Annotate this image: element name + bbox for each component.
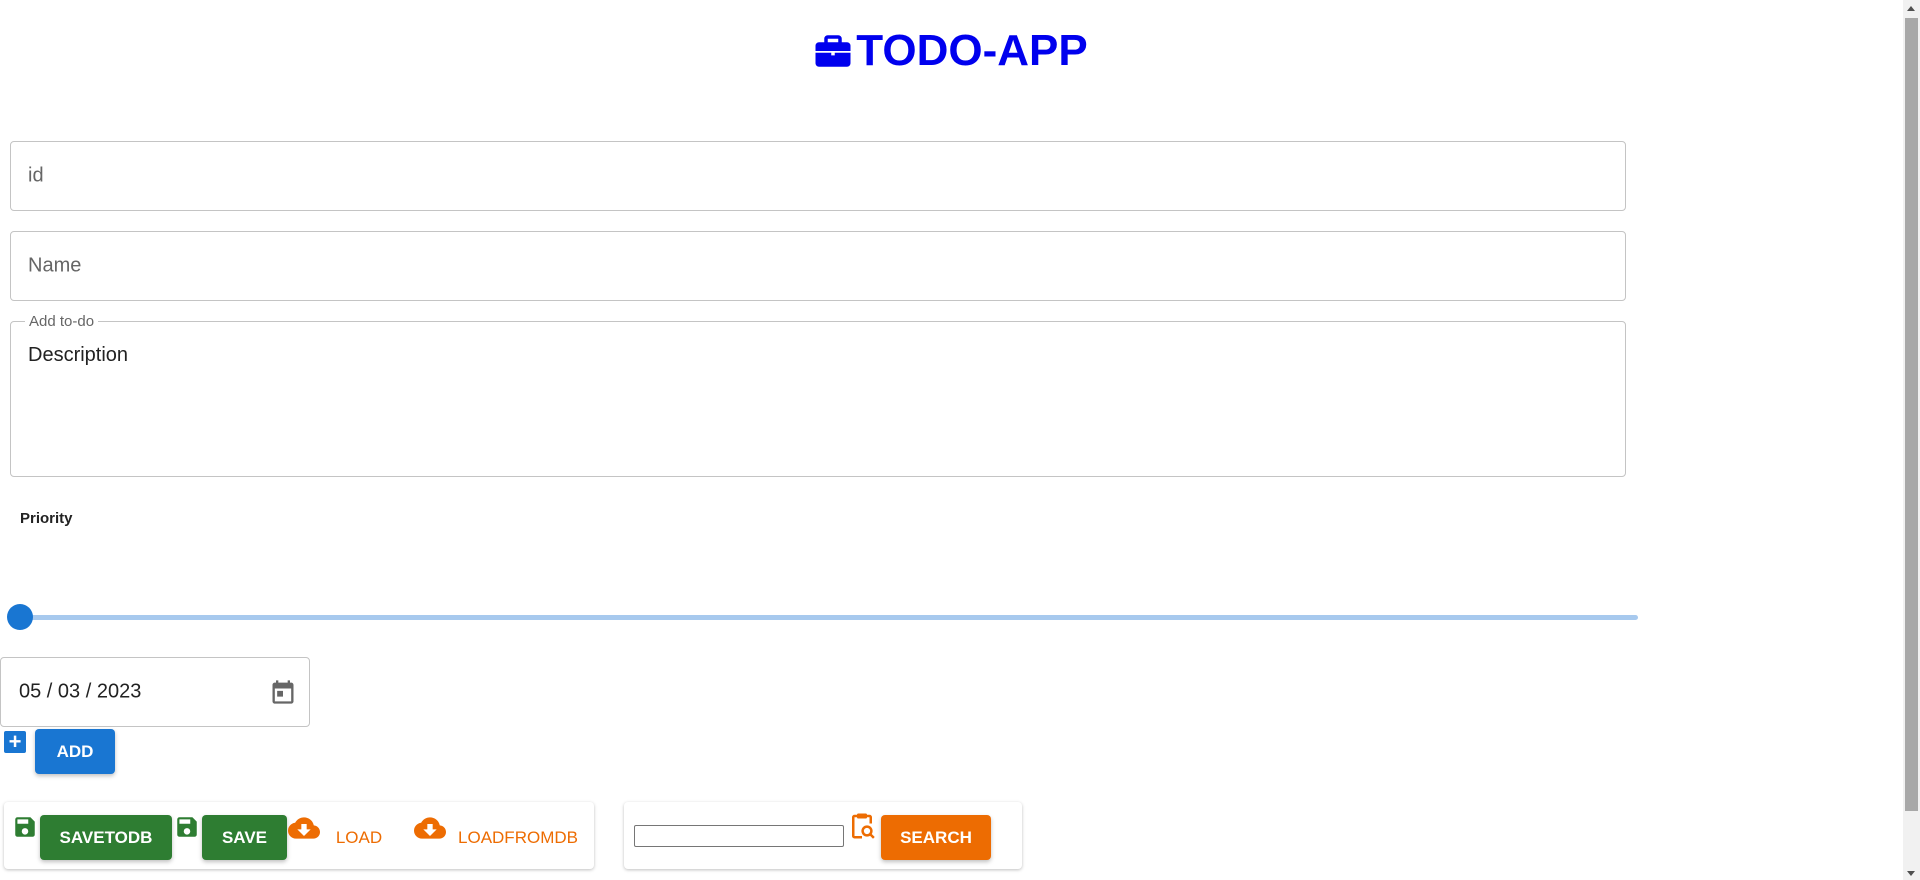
name-field-placeholder: Name xyxy=(28,254,82,277)
id-field[interactable]: id xyxy=(10,141,1626,211)
app-title: TODO-APP xyxy=(856,26,1088,75)
cloud-download-icon xyxy=(288,817,320,839)
briefcase-icon xyxy=(815,35,851,67)
priority-slider-track[interactable] xyxy=(12,615,1638,620)
description-legend: Add to-do xyxy=(25,313,99,330)
cloud-download-icon xyxy=(414,817,446,839)
name-field[interactable]: Name xyxy=(10,231,1626,301)
search-button[interactable]: SEARCH xyxy=(881,815,991,860)
save-button[interactable]: SAVE xyxy=(202,815,287,860)
date-value: 05 / 03 / 2023 xyxy=(19,680,142,703)
search-input[interactable] xyxy=(634,825,844,847)
vertical-scrollbar[interactable] xyxy=(1903,0,1920,880)
description-field[interactable]: Add to-do Description xyxy=(10,313,1626,477)
storage-actions-card: SAVETODB SAVE LOAD LOADFROMDB xyxy=(4,802,594,869)
load-button[interactable]: LOAD xyxy=(324,815,394,860)
date-field[interactable]: 05 / 03 / 2023 xyxy=(0,657,310,727)
priority-label: Priority xyxy=(20,510,73,527)
loadfromdb-button[interactable]: LOADFROMDB xyxy=(448,815,588,860)
todo-app-page: TODO-APP id Name Add to-do Description P… xyxy=(0,0,1920,880)
description-placeholder: Description xyxy=(28,344,129,366)
app-header: TODO-APP xyxy=(0,26,1900,76)
search-card: SEARCH xyxy=(624,802,1022,869)
scroll-up-icon[interactable] xyxy=(1907,6,1915,11)
priority-slider-thumb[interactable] xyxy=(7,604,33,630)
id-field-placeholder: id xyxy=(28,164,44,187)
calendar-icon[interactable] xyxy=(269,678,297,706)
add-button[interactable]: ADD xyxy=(35,729,115,774)
floppy-disk-icon xyxy=(15,817,35,837)
clipboard-search-icon xyxy=(852,813,875,839)
floppy-disk-icon xyxy=(177,817,197,837)
plus-box-icon[interactable]: + xyxy=(4,731,26,753)
scrollbar-thumb[interactable] xyxy=(1905,18,1918,811)
scroll-down-icon[interactable] xyxy=(1907,871,1915,876)
savetodb-button[interactable]: SAVETODB xyxy=(40,815,172,860)
